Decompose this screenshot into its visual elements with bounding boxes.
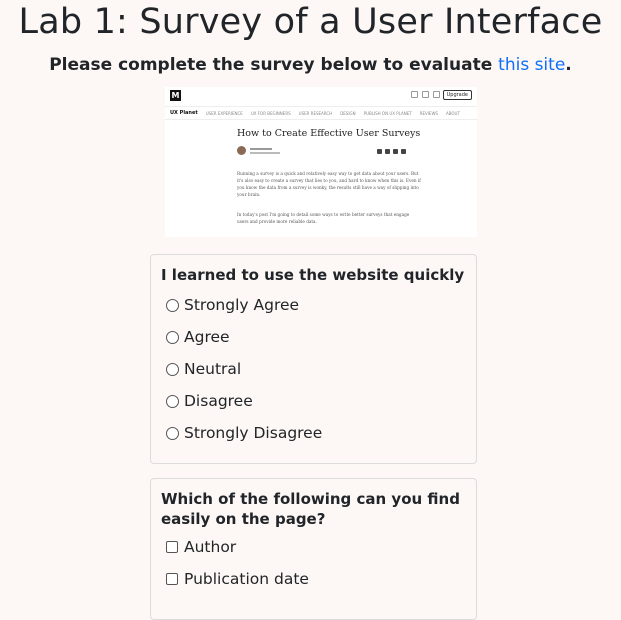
radio-button[interactable] — [166, 298, 179, 312]
this-site-link[interactable]: this site — [498, 55, 565, 75]
question-title: Which of the following can you find easi… — [161, 490, 460, 528]
brand-name: UX Planet — [170, 110, 198, 116]
option-strongly-disagree[interactable]: Strongly Disagree — [166, 424, 322, 442]
option-agree[interactable]: Agree — [166, 328, 230, 346]
social-icons — [377, 149, 406, 154]
search-icon — [411, 91, 418, 98]
article-paragraph: Running a survey is a quick and relative… — [237, 171, 421, 197]
radio-button[interactable] — [166, 362, 179, 376]
option-label: Strongly Agree — [184, 296, 300, 314]
page-title: Lab 1: Survey of a User Interface — [18, 2, 603, 42]
article-title: How to Create Effective User Surveys — [237, 128, 421, 139]
bookmark-icon — [422, 91, 429, 98]
twitter-icon — [377, 149, 382, 154]
article-paragraph: In today's post I'm going to detail some… — [237, 212, 410, 224]
option-label: Agree — [184, 328, 230, 346]
linkedin-icon — [385, 149, 390, 154]
radio-button[interactable] — [166, 394, 179, 408]
question-card-2: Which of the following can you find easi… — [150, 478, 477, 620]
nav-item: ABOUT — [445, 110, 460, 116]
toolbar-icons — [411, 91, 440, 98]
option-label: Author — [184, 538, 237, 556]
option-strongly-agree[interactable]: Strongly Agree — [166, 296, 299, 314]
subtitle-text: Please complete the survey below to eval… — [49, 55, 499, 75]
avatar — [237, 146, 246, 155]
author-meta — [250, 147, 280, 154]
option-label: Strongly Disagree — [184, 424, 323, 442]
nav-item: USER EXPERIENCE — [205, 110, 243, 116]
bookmark-icon — [401, 149, 406, 154]
nav-item: UX FOR BEGINNERS — [250, 110, 291, 116]
nav-item: DESIGN — [340, 110, 356, 116]
bell-icon — [433, 91, 440, 98]
option-disagree[interactable]: Disagree — [166, 392, 253, 410]
question-title: I learned to use the website quickly — [161, 266, 465, 284]
author-row — [237, 146, 280, 155]
question-card-1: I learned to use the website quickly Str… — [150, 254, 477, 464]
page-subtitle: Please complete the survey below to eval… — [0, 55, 621, 75]
medium-logo: M — [170, 90, 181, 101]
option-neutral[interactable]: Neutral — [166, 360, 241, 378]
nav-item: PUBLISH ON UX PLANET — [363, 110, 412, 116]
option-label: Publication date — [184, 570, 309, 588]
option-author[interactable]: Author — [166, 538, 236, 556]
checkbox[interactable] — [166, 541, 178, 553]
radio-button[interactable] — [166, 330, 179, 344]
upgrade-button: Upgrade — [442, 90, 472, 100]
option-publication-date[interactable]: Publication date — [166, 570, 309, 588]
option-label: Disagree — [184, 392, 253, 410]
nav-item: USER RESEARCH — [298, 110, 333, 116]
radio-button[interactable] — [166, 426, 179, 440]
subtitle-period: . — [565, 55, 572, 75]
website-screenshot: M Upgrade UX Planet USER EXPERIENCE UX F… — [165, 87, 477, 237]
publication-nav: UX Planet USER EXPERIENCE UX FOR BEGINNE… — [165, 106, 477, 120]
checkbox[interactable] — [166, 573, 178, 585]
facebook-icon — [393, 149, 398, 154]
option-label: Neutral — [184, 360, 242, 378]
nav-item: REVIEWS — [419, 110, 438, 116]
